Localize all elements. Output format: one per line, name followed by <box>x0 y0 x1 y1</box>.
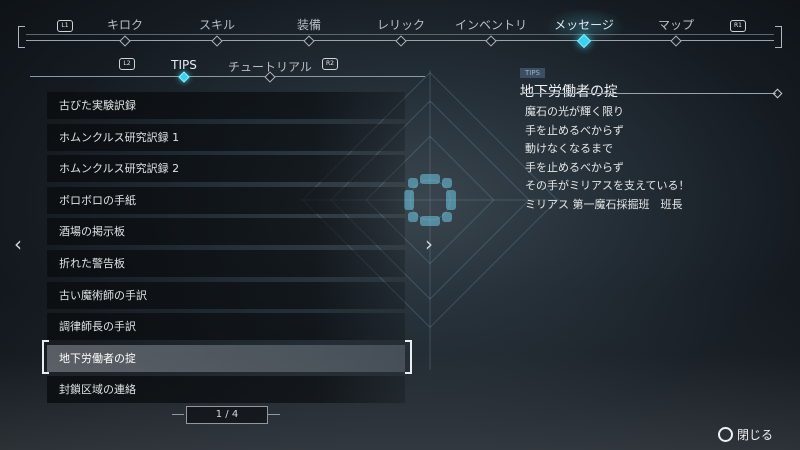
tab-indicator <box>303 35 315 47</box>
l2-button-hint: L2 <box>119 58 135 70</box>
close-button[interactable]: 閉じる <box>718 426 773 443</box>
sub-tab-rail <box>30 76 425 77</box>
list-item[interactable]: 折れた警告板 <box>47 249 405 277</box>
list-item[interactable]: 調律師長の手訳 <box>47 313 405 341</box>
list-item[interactable]: ボロボロの手紙 <box>47 186 405 214</box>
tab-indicator <box>395 35 407 47</box>
sub-tab-bar: L2 R2 TIPS チュートリアル <box>30 54 425 83</box>
page-indicator: 1 / 4 <box>186 406 268 424</box>
tab-indicator <box>670 35 682 47</box>
tab-skill[interactable]: スキル <box>199 16 235 33</box>
r1-button-hint: R1 <box>730 20 746 32</box>
tab-indicator <box>211 35 223 47</box>
detail-divider <box>520 93 776 94</box>
list-item[interactable]: 古びた実験訳録 <box>47 92 405 119</box>
list-item[interactable]: ホムンクルス研究訳録 1 <box>47 123 405 151</box>
selection-bracket-right <box>405 340 412 374</box>
tab-map[interactable]: マップ <box>658 16 694 33</box>
top-bar-left-bracket <box>18 26 25 48</box>
l1-button-hint: L1 <box>57 20 73 32</box>
tab-kiroku[interactable]: キロク <box>107 16 143 33</box>
list-item-selected[interactable]: 地下労働者の掟 <box>47 344 405 372</box>
selection-bracket-left <box>42 340 49 374</box>
pager-decoration <box>268 414 280 415</box>
r2-button-hint: R2 <box>322 58 338 70</box>
tab-inventory[interactable]: インベントリ <box>455 16 527 33</box>
circle-button-icon <box>718 427 733 442</box>
tab-relic[interactable]: レリック <box>377 16 425 33</box>
active-subtab-indicator <box>178 71 190 83</box>
list-item[interactable]: 封鎖区域の連絡 <box>47 376 405 404</box>
top-tab-bar: L1 R1 キロク スキル 装備 レリック インベントリ メッセージ マップ <box>0 0 800 49</box>
list-item[interactable]: 古い魔術師の手訳 <box>47 281 405 309</box>
detail-panel: TIPS 地下労働者の掟 魔石の光が輝く限り 手を止めるべからず 動けなくなるま… <box>520 60 783 211</box>
detail-category-tag: TIPS <box>520 68 546 78</box>
list-item[interactable]: 酒場の掲示板 <box>47 218 405 246</box>
chevron-left-icon[interactable]: ‹ <box>14 232 22 256</box>
tab-equipment[interactable]: 装備 <box>297 16 321 33</box>
list-item[interactable]: ホムンクルス研究訳録 2 <box>47 155 405 183</box>
detail-body: 魔石の光が輝く限り 手を止めるべからず 動けなくなるまで 手を止めるべからず そ… <box>525 105 690 211</box>
pager-decoration <box>172 414 184 415</box>
close-label: 閉じる <box>737 428 774 442</box>
tab-indicator <box>485 35 497 47</box>
message-list: 古びた実験訳録 ホムンクルス研究訳録 1 ホムンクルス研究訳録 2 ボロボロの手… <box>47 92 405 408</box>
detail-title: 地下労働者の掟 <box>520 84 618 100</box>
subtab-tips[interactable]: TIPS <box>171 58 197 72</box>
top-bar-right-bracket <box>775 26 782 48</box>
tab-indicator <box>119 35 131 47</box>
chevron-right-icon[interactable]: › <box>425 232 433 256</box>
tab-message[interactable]: メッセージ <box>554 16 614 33</box>
